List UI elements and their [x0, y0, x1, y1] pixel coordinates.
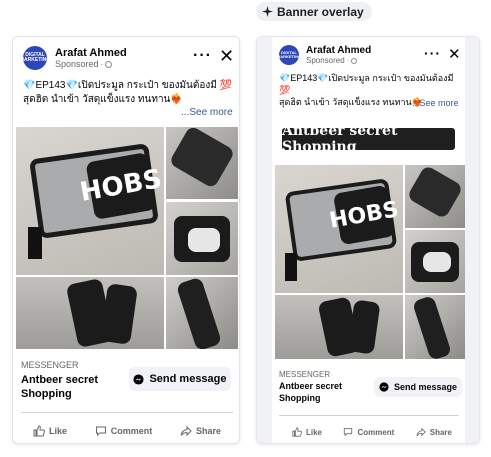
share-icon — [416, 427, 426, 437]
share-icon — [180, 425, 192, 437]
banner-area: Antbeer secret Shopping — [272, 116, 465, 164]
thumbs-up-icon — [292, 427, 302, 437]
ad-image-3[interactable] — [405, 230, 465, 293]
sponsored-label: Sponsored · — [306, 56, 371, 65]
page-name[interactable]: Arafat Ahmed — [55, 47, 127, 59]
comment-button[interactable]: Comment — [95, 425, 152, 437]
close-icon[interactable]: ✕ — [448, 45, 461, 63]
globe-icon — [351, 57, 358, 64]
thumbs-up-icon — [33, 425, 45, 437]
ad-image-2[interactable] — [166, 127, 238, 199]
more-options-icon[interactable]: ··· — [193, 47, 212, 65]
banner-overlay-label: Banner overlay — [256, 2, 372, 21]
see-more-link[interactable]: ...See more — [181, 107, 233, 118]
ad-image-main[interactable]: HOBS — [275, 165, 403, 293]
banner-overlay-text[interactable]: Antbeer secret Shopping — [282, 123, 455, 155]
ad-caption: 💎EP143💎เปิดประมูล กระเป๋า ของมันต้องมี 💯… — [23, 80, 233, 105]
sponsored-label: Sponsored · — [55, 59, 127, 69]
comment-icon — [344, 428, 353, 437]
divider — [279, 415, 459, 416]
messenger-icon — [379, 382, 389, 392]
ad-image-4[interactable] — [16, 277, 164, 349]
ad-header: DIGITAL MARKETING Arafat Ahmed Sponsored… — [277, 45, 371, 65]
sparkle-icon — [262, 6, 273, 17]
share-button[interactable]: Share — [416, 427, 452, 437]
close-icon[interactable]: ✕ — [219, 46, 234, 67]
avatar[interactable]: DIGITAL MARKETING — [20, 46, 50, 70]
ad-image-2[interactable] — [405, 165, 465, 228]
cta-title: Antbeer secret Shopping — [21, 374, 99, 401]
like-button[interactable]: Like — [292, 427, 322, 437]
comment-button[interactable]: Comment — [343, 427, 394, 437]
like-button[interactable]: Like — [33, 425, 67, 437]
more-options-icon[interactable]: ··· — [424, 45, 441, 61]
cta-label: MESSENGER — [279, 370, 331, 379]
page-name[interactable]: Arafat Ahmed — [306, 45, 371, 56]
avatar[interactable]: DIGITAL MARKETING — [277, 45, 301, 65]
messenger-icon — [133, 373, 145, 385]
divider — [21, 412, 233, 413]
see-more-link[interactable]: ...See more — [412, 98, 459, 108]
ad-preview-inner: DIGITAL MARKETING Arafat Ahmed Sponsored… — [272, 37, 465, 443]
ad-preview-original: DIGITAL MARKETING Arafat Ahmed Sponsored… — [12, 36, 240, 444]
ad-image-4[interactable] — [275, 295, 403, 359]
action-bar: Like Comment Share — [292, 427, 452, 437]
send-message-button[interactable]: Send message — [129, 367, 231, 391]
ad-image-main[interactable]: HOBS — [16, 127, 164, 275]
share-button[interactable]: Share — [180, 425, 221, 437]
stage: Banner overlay DIGITAL MARKETING Arafat … — [0, 0, 491, 457]
send-message-button[interactable]: Send message — [374, 377, 462, 397]
ad-image-3[interactable] — [166, 202, 238, 275]
action-bar: Like Comment Share — [33, 425, 221, 437]
ad-header: DIGITAL MARKETING Arafat Ahmed Sponsored… — [20, 46, 127, 70]
cta-label: MESSENGER — [21, 360, 79, 370]
globe-icon — [105, 60, 113, 68]
cta-title: Antbeer secret Shopping — [279, 381, 343, 403]
ad-image-5[interactable] — [166, 277, 238, 349]
ad-preview-banner-overlay: DIGITAL MARKETING Arafat Ahmed Sponsored… — [256, 36, 480, 444]
comment-icon — [95, 426, 106, 437]
ad-image-5[interactable] — [405, 295, 465, 359]
